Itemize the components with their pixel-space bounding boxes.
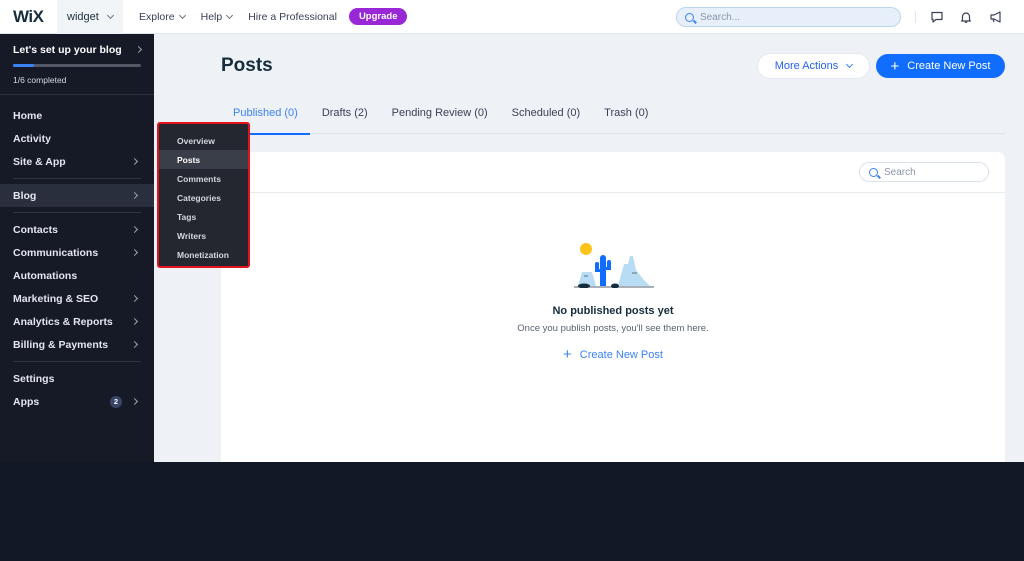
sidebar-item-settings[interactable]: Settings — [0, 367, 154, 390]
tab-trash[interactable]: Trash (0) — [592, 103, 660, 134]
posts-card: Search No published posts yet Once you p… — [221, 152, 1005, 462]
blog-submenu: Overview Posts Comments Categories Tags … — [157, 122, 250, 268]
sidebar-item-automations[interactable]: Automations — [0, 264, 154, 287]
search-icon — [685, 12, 694, 22]
sidebar-item-label: Contacts — [13, 223, 58, 236]
sidebar-item-label: Communications — [13, 246, 99, 259]
submenu-item-writers[interactable]: Writers — [159, 226, 248, 245]
sidebar-item-label: Analytics & Reports — [13, 315, 113, 328]
chevron-right-icon — [130, 294, 139, 303]
plus-icon: + — [890, 57, 900, 75]
chevron-right-icon — [130, 340, 139, 349]
megaphone-icon[interactable] — [988, 9, 1004, 25]
top-search-placeholder: Search... — [700, 11, 741, 23]
posts-search-input[interactable]: Search — [859, 162, 989, 182]
page-title: Posts — [221, 55, 273, 76]
sidebar: Let's set up your blog 1/6 completed Hom… — [0, 34, 154, 462]
setup-progress-fill — [13, 64, 35, 67]
plus-icon: + — [563, 346, 572, 363]
sidebar-item-analytics-reports[interactable]: Analytics & Reports — [0, 310, 154, 333]
site-name: widget — [67, 10, 99, 23]
nav-hire-professional[interactable]: Hire a Professional — [248, 11, 337, 23]
chevron-down-icon — [178, 11, 186, 19]
sidebar-item-label: Site & App — [13, 155, 66, 168]
submenu-item-comments[interactable]: Comments — [159, 169, 248, 188]
chevron-right-icon — [130, 191, 139, 200]
setup-status: 1/6 completed — [13, 75, 67, 85]
sidebar-item-label: Home — [13, 109, 43, 122]
chevron-right-icon — [130, 225, 139, 234]
chat-icon[interactable] — [929, 9, 945, 25]
submenu-item-categories[interactable]: Categories — [159, 188, 248, 207]
top-bar: WiX widget Explore Help Hire a Professio… — [0, 0, 1024, 34]
posts-search-placeholder: Search — [884, 166, 916, 178]
sidebar-item-label: Apps — [13, 395, 40, 408]
sidebar-item-apps[interactable]: Apps 2 — [0, 390, 154, 413]
submenu-item-overview[interactable]: Overview — [159, 131, 248, 150]
sidebar-item-communications[interactable]: Communications — [0, 241, 154, 264]
sidebar-item-label: Automations — [13, 269, 78, 282]
divider — [13, 212, 141, 213]
empty-state-subtitle: Once you publish posts, you'll see them … — [517, 323, 709, 334]
chevron-right-icon — [130, 248, 139, 257]
tab-drafts[interactable]: Drafts (2) — [310, 103, 380, 134]
setup-widget[interactable]: Let's set up your blog 1/6 completed — [0, 34, 154, 95]
sidebar-item-blog[interactable]: Blog — [0, 184, 154, 207]
more-actions-label: More Actions — [774, 60, 839, 72]
nav-help[interactable]: Help — [200, 10, 234, 23]
divider — [13, 178, 141, 179]
more-actions-button[interactable]: More Actions — [758, 54, 869, 78]
empty-state-title: No published posts yet — [552, 305, 674, 317]
sidebar-item-label: Settings — [13, 372, 55, 385]
submenu-item-posts[interactable]: Posts — [159, 150, 248, 169]
sidebar-item-label: Billing & Payments — [13, 338, 109, 351]
create-new-post-button[interactable]: + Create New Post — [876, 54, 1005, 78]
chevron-down-icon — [846, 60, 854, 69]
divider — [13, 361, 141, 362]
sidebar-item-activity[interactable]: Activity — [0, 127, 154, 150]
app-window: WiX widget Explore Help Hire a Professio… — [0, 0, 1024, 462]
nav-explore-label: Explore — [139, 10, 175, 23]
nav-hire-label: Hire a Professional — [248, 10, 337, 23]
sidebar-item-home[interactable]: Home — [0, 104, 154, 127]
empty-state: No published posts yet Once you publish … — [221, 242, 1005, 364]
chevron-right-icon — [130, 317, 139, 326]
sidebar-item-label: Blog — [13, 189, 37, 202]
setup-title: Let's set up your blog — [13, 44, 122, 56]
sidebar-item-marketing-seo[interactable]: Marketing & SEO — [0, 287, 154, 310]
chevron-right-icon — [134, 45, 143, 54]
submenu-item-tags[interactable]: Tags — [159, 207, 248, 226]
nav-help-label: Help — [200, 10, 223, 23]
empty-create-post-link[interactable]: + Create New Post — [563, 347, 663, 362]
chevron-right-icon — [130, 397, 139, 406]
sidebar-item-label: Marketing & SEO — [13, 292, 99, 305]
chevron-down-icon — [106, 11, 114, 19]
card-header: Search — [221, 152, 1005, 193]
sidebar-item-site-app[interactable]: Site & App — [0, 150, 154, 173]
create-post-label: Create New Post — [907, 60, 991, 72]
sidebar-item-billing-payments[interactable]: Billing & Payments — [0, 333, 154, 356]
desert-illustration-icon — [574, 243, 654, 288]
sidebar-nav: Home Activity Site & App Blog Contacts C… — [0, 95, 154, 413]
upgrade-button[interactable]: Upgrade — [348, 8, 408, 25]
submenu-item-monetization[interactable]: Monetization — [159, 245, 248, 264]
sidebar-item-label: Activity — [13, 132, 51, 145]
sidebar-item-contacts[interactable]: Contacts — [0, 218, 154, 241]
empty-create-post-label: Create New Post — [579, 348, 663, 361]
divider — [915, 11, 916, 23]
site-switcher[interactable]: widget — [57, 0, 123, 34]
posts-tabs: Published (0) Drafts (2) Pending Review … — [221, 103, 1005, 135]
tab-pending-review[interactable]: Pending Review (0) — [380, 103, 500, 134]
bell-icon[interactable] — [958, 9, 974, 25]
top-search-input[interactable]: Search... — [676, 7, 901, 27]
apps-count-badge: 2 — [110, 395, 122, 408]
wix-logo[interactable]: WiX — [0, 7, 57, 27]
search-icon — [869, 167, 878, 177]
setup-progress-bar — [13, 64, 141, 67]
nav-explore[interactable]: Explore — [139, 10, 186, 23]
chevron-right-icon — [130, 157, 139, 166]
chevron-down-icon — [226, 11, 234, 19]
tab-scheduled[interactable]: Scheduled (0) — [500, 103, 593, 134]
